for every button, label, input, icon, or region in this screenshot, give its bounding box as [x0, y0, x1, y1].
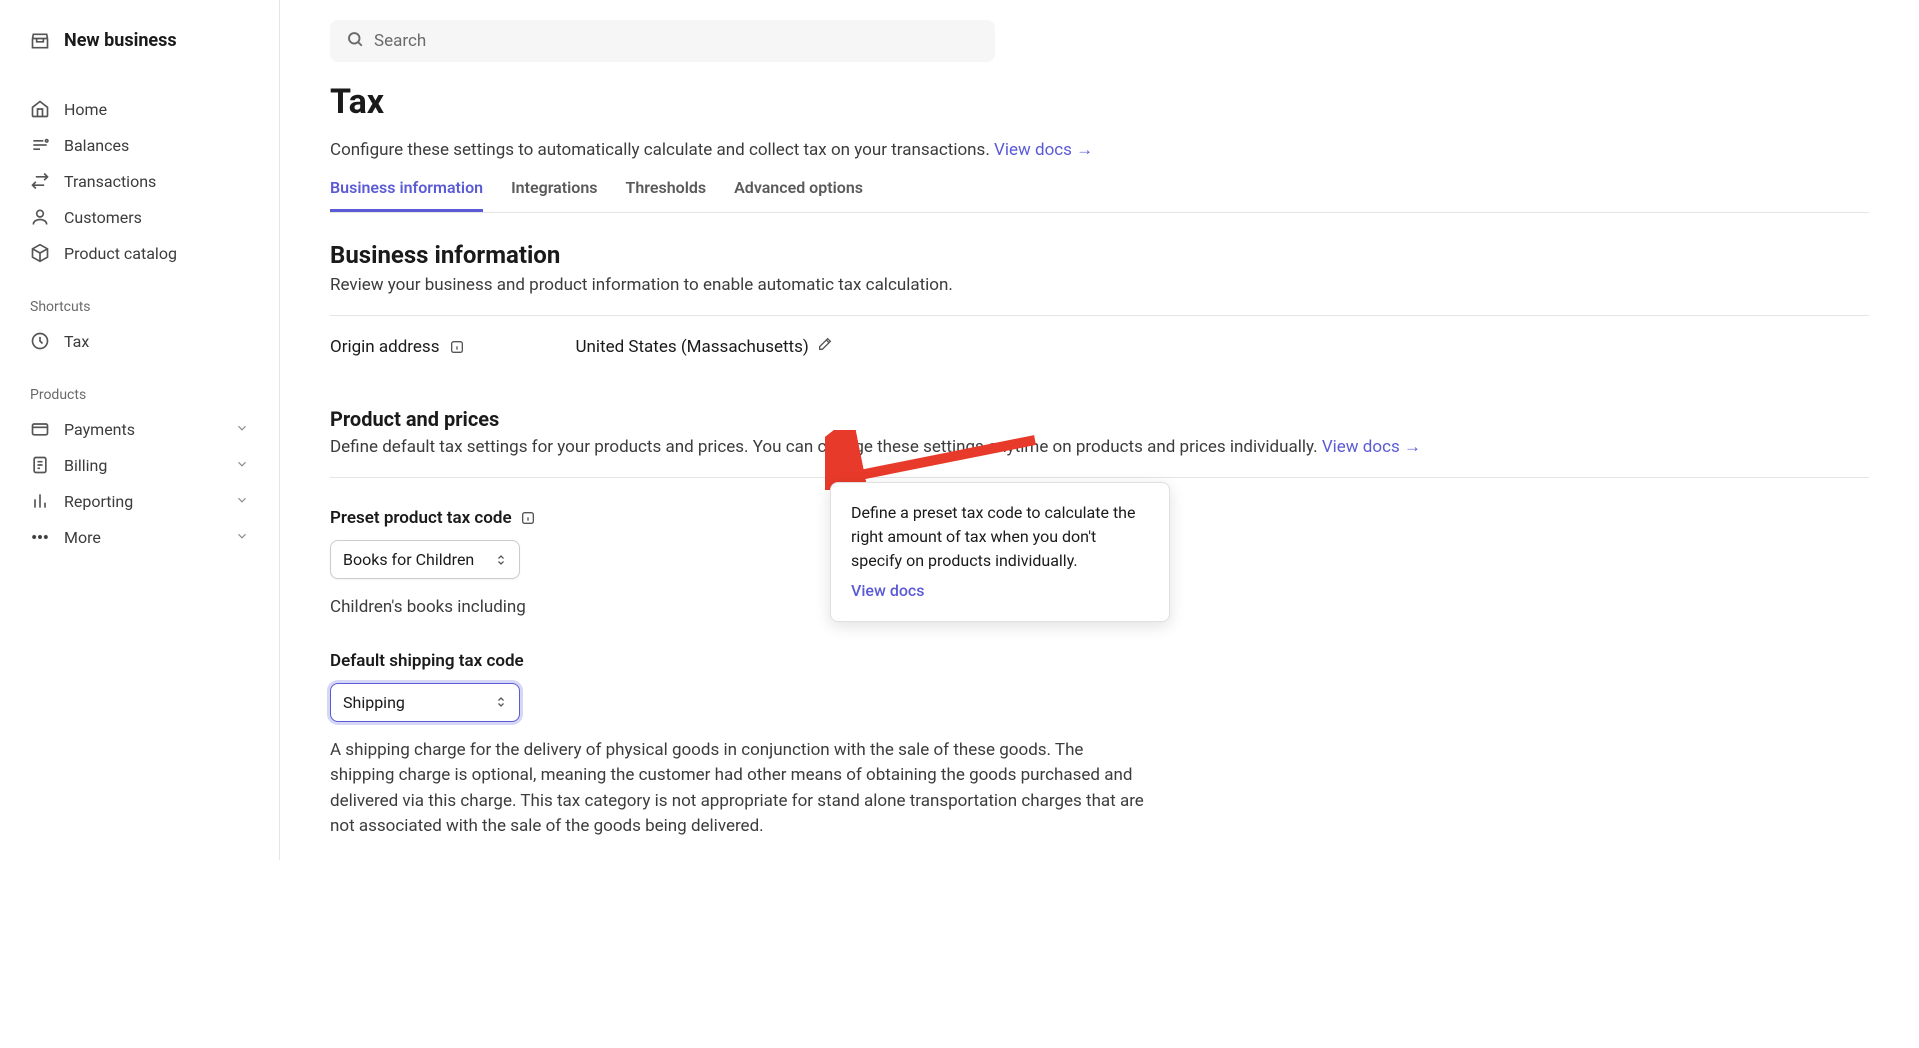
sidebar-item-transactions[interactable]: Transactions: [30, 163, 279, 199]
sidebar-item-tax[interactable]: Tax: [30, 323, 279, 359]
chevron-down-icon: [235, 492, 249, 511]
tabs: Business information Integrations Thresh…: [330, 178, 1869, 213]
chevron-down-icon: [235, 420, 249, 439]
business-name: New business: [64, 30, 177, 51]
tooltip-text: Define a preset tax code to calculate th…: [851, 501, 1149, 573]
store-icon: [30, 31, 50, 51]
divider: [330, 477, 1869, 478]
sidebar-item-label: Balances: [64, 136, 129, 155]
help-text: A shipping charge for the delivery of ph…: [330, 738, 1150, 840]
select-value: Books for Children: [343, 550, 474, 569]
sidebar-item-label: Transactions: [64, 172, 156, 191]
main-content: Search Tax Configure these settings to a…: [280, 0, 1919, 860]
sidebar-item-label: Reporting: [64, 492, 133, 511]
more-icon: [30, 527, 50, 547]
field-label: Default shipping tax code: [330, 651, 1869, 671]
subsection-description: Define default tax settings for your pro…: [330, 437, 1869, 457]
invoice-icon: [30, 455, 50, 475]
origin-address-label: Origin address: [330, 337, 439, 357]
sidebar-item-more[interactable]: More: [30, 519, 279, 555]
sidebar-item-home[interactable]: Home: [30, 91, 279, 127]
sidebar-item-label: Product catalog: [64, 244, 177, 263]
tooltip-view-docs-link[interactable]: View docs: [851, 579, 925, 603]
sidebar-item-balances[interactable]: Balances: [30, 127, 279, 163]
edit-icon[interactable]: [817, 336, 833, 357]
chart-icon: [30, 491, 50, 511]
view-docs-link[interactable]: View docs →: [994, 140, 1093, 160]
sidebar-item-reporting[interactable]: Reporting: [30, 483, 279, 519]
sidebar: New business Home Balances Transactions …: [0, 0, 280, 860]
sidebar-item-label: Billing: [64, 456, 107, 475]
page-title: Tax: [330, 82, 1869, 122]
tab-thresholds[interactable]: Thresholds: [626, 178, 707, 212]
clock-icon: [30, 331, 50, 351]
sidebar-item-label: Payments: [64, 420, 135, 439]
shipping-tax-code-select[interactable]: Shipping: [330, 683, 520, 722]
tab-integrations[interactable]: Integrations: [511, 178, 597, 212]
product-prices-section: Product and prices Define default tax se…: [330, 407, 1869, 840]
select-value: Shipping: [343, 693, 405, 712]
info-icon[interactable]: [449, 339, 465, 355]
tooltip: Define a preset tax code to calculate th…: [830, 482, 1170, 622]
tab-business-information[interactable]: Business information: [330, 178, 483, 212]
chevron-down-icon: [235, 528, 249, 547]
preset-tax-code-select[interactable]: Books for Children: [330, 540, 520, 579]
search-input[interactable]: Search: [330, 20, 995, 62]
divider: [330, 315, 1869, 316]
sidebar-item-label: More: [64, 528, 101, 547]
section-title: Business information: [330, 241, 1869, 269]
sidebar-item-label: Home: [64, 100, 107, 119]
page-description: Configure these settings to automaticall…: [330, 140, 1869, 160]
chevron-down-icon: [235, 456, 249, 475]
info-icon[interactable]: [520, 510, 536, 526]
sidebar-section-shortcuts: Shortcuts: [30, 299, 279, 315]
wallet-icon: [30, 419, 50, 439]
search-icon: [346, 30, 364, 53]
origin-address-value: United States (Massachusetts): [575, 336, 832, 357]
view-docs-link[interactable]: View docs →: [1322, 437, 1421, 457]
tab-advanced-options[interactable]: Advanced options: [734, 178, 863, 212]
sidebar-item-customers[interactable]: Customers: [30, 199, 279, 235]
sidebar-item-label: Tax: [64, 332, 89, 351]
sidebar-item-product-catalog[interactable]: Product catalog: [30, 235, 279, 271]
updown-icon: [495, 694, 507, 710]
sidebar-section-products: Products: [30, 387, 279, 403]
business-header[interactable]: New business: [30, 30, 279, 51]
section-description: Review your business and product informa…: [330, 275, 1869, 295]
origin-address-row: Origin address United States (Massachuse…: [330, 336, 1869, 357]
home-icon: [30, 99, 50, 119]
package-icon: [30, 243, 50, 263]
shipping-tax-code-field: Default shipping tax code Shipping A shi…: [330, 651, 1869, 840]
sidebar-item-label: Customers: [64, 208, 142, 227]
search-placeholder: Search: [374, 31, 426, 51]
sidebar-item-billing[interactable]: Billing: [30, 447, 279, 483]
subsection-title: Product and prices: [330, 407, 1869, 431]
updown-icon: [495, 552, 507, 568]
customers-icon: [30, 207, 50, 227]
sidebar-item-payments[interactable]: Payments: [30, 411, 279, 447]
balances-icon: [30, 135, 50, 155]
transactions-icon: [30, 171, 50, 191]
